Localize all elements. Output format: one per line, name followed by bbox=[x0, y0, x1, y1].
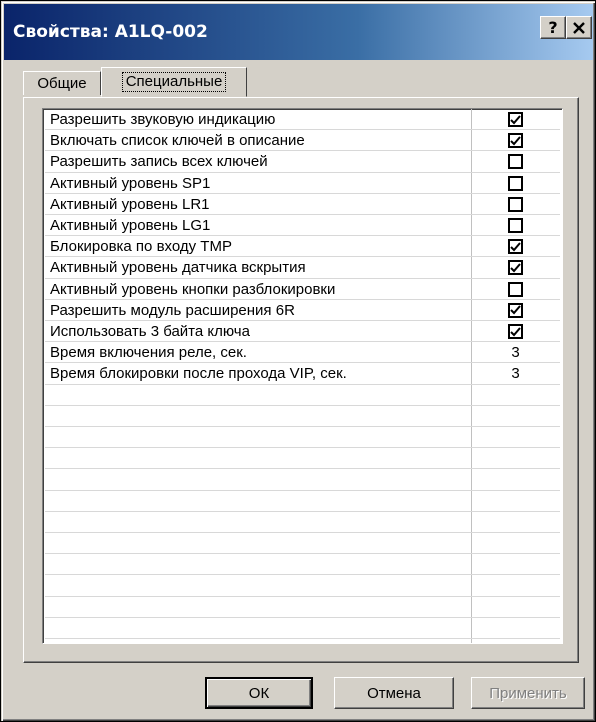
property-label: Включать список ключей в описание bbox=[50, 132, 305, 150]
tab-special[interactable]: Специальные bbox=[101, 67, 247, 97]
empty-row bbox=[45, 554, 560, 576]
property-row[interactable]: Активный уровень LR1 bbox=[45, 194, 560, 215]
property-label: Блокировка по входу TMP bbox=[50, 238, 232, 256]
close-icon bbox=[573, 21, 585, 34]
checkbox-unchecked[interactable] bbox=[508, 196, 523, 212]
checkmark-icon bbox=[510, 326, 521, 336]
checkbox-unchecked[interactable] bbox=[508, 154, 523, 170]
property-checkbox-cell[interactable] bbox=[471, 236, 560, 257]
property-checkbox-cell[interactable] bbox=[471, 321, 560, 342]
property-label: Время блокировки после прохода VIP, сек. bbox=[50, 365, 347, 383]
property-label: Разрешить модуль расширения 6R bbox=[50, 301, 295, 319]
property-value[interactable]: 3 bbox=[471, 342, 560, 363]
close-button[interactable] bbox=[566, 16, 592, 39]
checkbox-checked[interactable] bbox=[508, 133, 523, 149]
property-label: Активный уровень LR1 bbox=[50, 195, 210, 213]
checkbox-unchecked[interactable] bbox=[508, 218, 523, 233]
checkbox-checked[interactable] bbox=[508, 239, 523, 255]
property-row[interactable]: Включать список ключей в описание bbox=[45, 130, 560, 152]
property-label: Активный уровень кнопки разблокировки bbox=[50, 280, 336, 298]
empty-row bbox=[45, 491, 560, 512]
property-label: Использовать 3 байта ключа bbox=[50, 323, 250, 340]
property-row[interactable]: Разрешить модуль расширения 6R bbox=[45, 300, 560, 321]
empty-row bbox=[45, 575, 560, 597]
property-checkbox-cell[interactable] bbox=[471, 130, 560, 151]
ok-button[interactable]: ОК bbox=[205, 677, 313, 709]
property-checkbox-cell[interactable] bbox=[471, 109, 560, 130]
empty-row bbox=[45, 406, 560, 427]
property-label: Активный уровень датчика вскрытия bbox=[50, 259, 306, 277]
empty-row bbox=[45, 469, 560, 491]
property-row[interactable]: Активный уровень LG1 bbox=[45, 215, 560, 237]
property-label: Разрешить звуковую индикацию bbox=[50, 111, 276, 128]
properties-dialog: Свойства: A1LQ-002 ? Общие Специальные Р… bbox=[0, 0, 596, 722]
property-checkbox-cell[interactable] bbox=[471, 151, 560, 172]
checkbox-checked[interactable] bbox=[508, 324, 523, 339]
property-value[interactable]: 3 bbox=[471, 363, 560, 384]
checkbox-checked[interactable] bbox=[508, 112, 523, 127]
property-row[interactable]: Время блокировки после прохода VIP, сек.… bbox=[45, 363, 560, 385]
property-checkbox-cell[interactable] bbox=[471, 194, 560, 215]
checkmark-icon bbox=[510, 114, 521, 124]
tab-special-label: Специальные bbox=[121, 72, 227, 92]
property-row[interactable]: Разрешить звуковую индикацию bbox=[45, 109, 560, 131]
property-row[interactable]: Блокировка по входу TMP bbox=[45, 236, 560, 258]
checkbox-unchecked[interactable] bbox=[508, 281, 523, 297]
checkmark-icon bbox=[510, 263, 521, 273]
tab-general-label: Общие bbox=[37, 75, 87, 92]
empty-row bbox=[45, 597, 560, 618]
checkbox-checked[interactable] bbox=[508, 302, 523, 318]
help-button[interactable]: ? bbox=[540, 16, 566, 39]
property-checkbox-cell[interactable] bbox=[471, 300, 560, 321]
property-checkbox-cell[interactable] bbox=[471, 215, 560, 236]
empty-row bbox=[45, 448, 560, 470]
property-checkbox-cell[interactable] bbox=[471, 279, 560, 300]
property-label: Активный уровень LG1 bbox=[50, 217, 211, 234]
property-label: Время включения реле, сек. bbox=[50, 344, 247, 362]
empty-row bbox=[45, 427, 560, 449]
checkbox-checked[interactable] bbox=[508, 260, 523, 276]
property-checkbox-cell[interactable] bbox=[471, 173, 560, 194]
cancel-button[interactable]: Отмена bbox=[334, 677, 454, 709]
empty-row bbox=[45, 512, 560, 533]
empty-row bbox=[45, 618, 560, 639]
checkmark-icon bbox=[510, 305, 521, 315]
property-label: Активный уровень SP1 bbox=[50, 174, 211, 192]
property-row[interactable]: Разрешить запись всех ключей bbox=[45, 151, 560, 173]
title-bar[interactable]: Свойства: A1LQ-002 ? bbox=[4, 4, 593, 60]
tab-general[interactable]: Общие bbox=[23, 71, 101, 95]
property-row[interactable]: Активный уровень датчика вскрытия bbox=[45, 257, 560, 279]
property-row[interactable]: Использовать 3 байта ключа bbox=[45, 321, 560, 343]
window-title: Свойства: A1LQ-002 bbox=[13, 22, 208, 42]
checkmark-icon bbox=[510, 242, 521, 252]
empty-row bbox=[45, 533, 560, 555]
empty-row bbox=[45, 385, 560, 406]
property-row[interactable]: Активный уровень SP1 bbox=[45, 173, 560, 194]
property-grid: Разрешить звуковую индикацию Включать спи… bbox=[42, 108, 563, 644]
checkbox-unchecked[interactable] bbox=[508, 175, 523, 191]
apply-button[interactable]: Применить bbox=[471, 677, 585, 709]
property-checkbox-cell[interactable] bbox=[471, 257, 560, 278]
property-row[interactable]: Активный уровень кнопки разблокировки bbox=[45, 279, 560, 300]
property-label: Разрешить запись всех ключей bbox=[50, 153, 268, 171]
property-row[interactable]: Время включения реле, сек. 3 bbox=[45, 342, 560, 364]
checkmark-icon bbox=[510, 136, 521, 146]
tab-panel: Разрешить звуковую индикацию Включать спи… bbox=[23, 97, 579, 663]
